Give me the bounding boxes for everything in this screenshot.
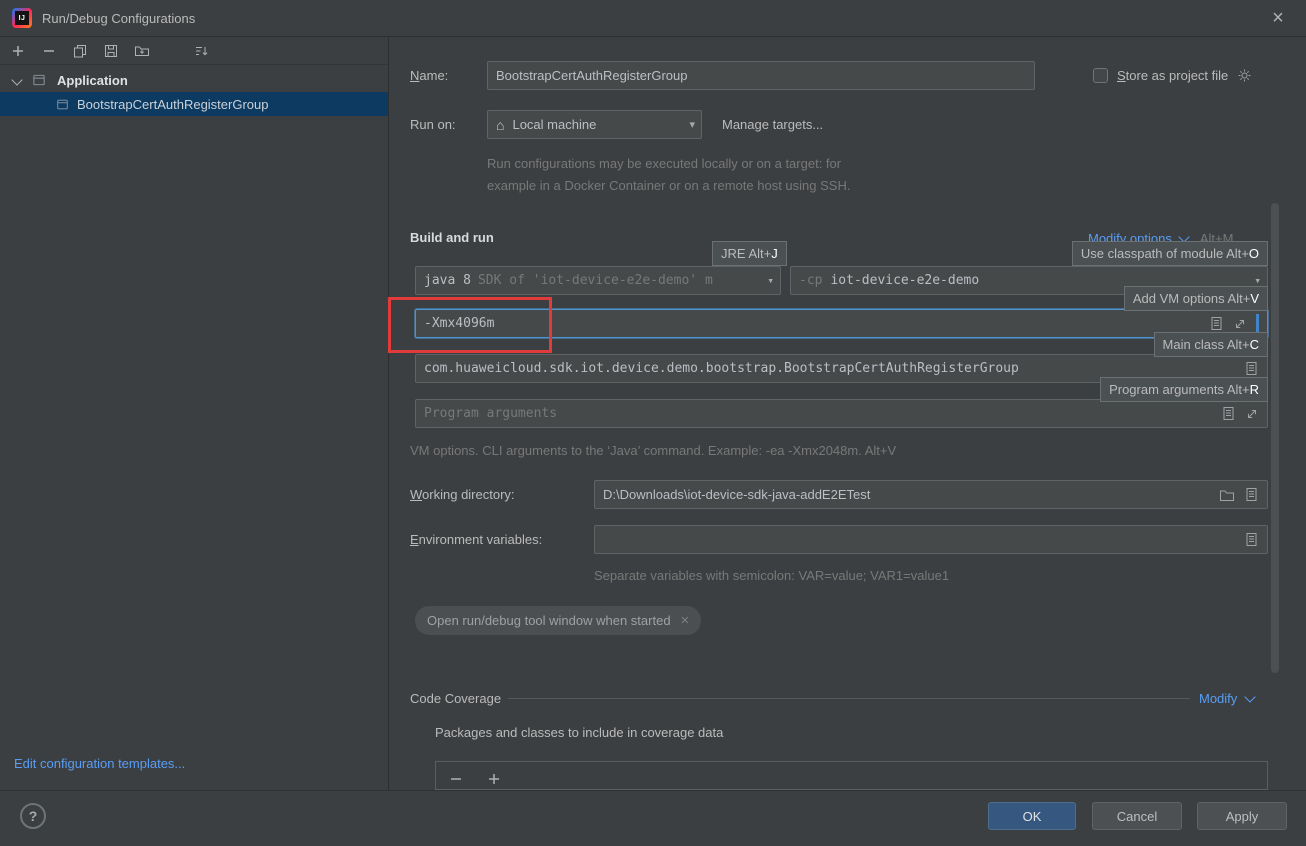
- chevron-down-icon[interactable]: [11, 74, 23, 86]
- insert-macros-icon[interactable]: [1244, 487, 1259, 502]
- store-as-project-file-label: Store as project file: [1117, 68, 1229, 83]
- cp-flag: -cp: [799, 273, 823, 288]
- run-on-label: Run on:: [410, 117, 456, 132]
- intellij-logo-icon: IJ: [12, 8, 32, 28]
- coverage-description: Packages and classes to include in cover…: [435, 725, 724, 740]
- copy-configuration-icon[interactable]: [72, 43, 88, 59]
- name-label: Name:: [410, 68, 449, 83]
- apply-button[interactable]: Apply: [1197, 802, 1287, 830]
- ok-button[interactable]: OK: [988, 802, 1076, 830]
- working-directory-field: [594, 480, 1268, 509]
- sort-configurations-icon[interactable]: [193, 43, 209, 59]
- dropdown-arrow-icon: ▾: [767, 274, 774, 287]
- vm-options-shortcut-hint: Add VM options Alt+V: [1123, 286, 1268, 311]
- vm-options-help-text: VM options. CLI arguments to the ‘Java’ …: [410, 443, 897, 458]
- insert-macros-icon[interactable]: [1209, 316, 1224, 331]
- help-icon[interactable]: ?: [20, 803, 46, 829]
- edit-configuration-templates-link[interactable]: Edit configuration templates...: [14, 750, 185, 778]
- tree-node-application[interactable]: Application: [0, 68, 388, 92]
- chevron-down-icon: [1244, 691, 1256, 703]
- move-to-folder-icon[interactable]: [134, 43, 150, 59]
- main-class-input[interactable]: [424, 361, 1235, 376]
- add-package-icon[interactable]: [486, 771, 502, 787]
- manage-targets-link[interactable]: Manage targets...: [722, 110, 823, 139]
- program-arguments-input[interactable]: [424, 406, 1212, 421]
- program-arguments-field: [415, 399, 1268, 428]
- remove-package-icon[interactable]: [448, 771, 464, 787]
- remove-configuration-icon[interactable]: [41, 43, 57, 59]
- home-icon: ⌂: [496, 116, 505, 133]
- dialog-title: Run/Debug Configurations: [42, 11, 196, 26]
- run-on-combo[interactable]: ⌂ Local machine ▾: [487, 110, 702, 139]
- chip-label: Open run/debug tool window when started: [427, 613, 671, 628]
- vm-options-input[interactable]: [424, 316, 1200, 331]
- tree-item-label: BootstrapCertAuthRegisterGroup: [77, 96, 269, 112]
- insert-macros-icon[interactable]: [1221, 406, 1236, 421]
- title-bar: IJ Run/Debug Configurations ×: [0, 0, 1306, 37]
- name-field: [487, 61, 1035, 90]
- tree-group-label: Application: [57, 72, 128, 88]
- environment-variables-input[interactable]: [603, 532, 1235, 547]
- jre-combo[interactable]: java 8 SDK of 'iot-device-e2e-demo' m ▾: [415, 266, 781, 295]
- coverage-modify-row: Modify: [1199, 684, 1256, 712]
- environment-variables-field: [594, 525, 1268, 554]
- configurations-sidebar: [0, 37, 389, 790]
- dropdown-arrow-icon: ▾: [689, 119, 695, 131]
- coverage-modify-link[interactable]: Modify: [1199, 691, 1237, 706]
- jre-value: java 8: [424, 273, 471, 288]
- save-configuration-icon[interactable]: [103, 43, 119, 59]
- run-on-description-line2: example in a Docker Container or on a re…: [487, 178, 851, 193]
- run-on-description-line1: Run configurations may be executed local…: [487, 156, 842, 171]
- vertical-scrollbar[interactable]: [1271, 203, 1279, 673]
- cp-value: iot-device-e2e-demo: [830, 273, 980, 288]
- name-input[interactable]: [496, 68, 1026, 83]
- gear-icon[interactable]: [1237, 68, 1252, 83]
- vm-options-field: [415, 309, 1268, 338]
- open-tool-window-chip[interactable]: Open run/debug tool window when started …: [415, 606, 702, 635]
- code-coverage-title: Code Coverage: [410, 691, 502, 706]
- expand-field-icon[interactable]: [1245, 407, 1259, 421]
- text-caret: [1256, 313, 1259, 334]
- jre-detail: SDK of 'iot-device-e2e-demo' m: [477, 273, 713, 288]
- section-divider: [508, 698, 1190, 699]
- sidebar-toolbar: [0, 37, 388, 65]
- expand-field-icon[interactable]: [1233, 317, 1247, 331]
- working-directory-label: Working directory:: [410, 487, 515, 502]
- build-and-run-title: Build and run: [410, 230, 494, 245]
- tree-node-selected-configuration[interactable]: BootstrapCertAuthRegisterGroup: [0, 92, 388, 116]
- browse-main-class-icon[interactable]: [1244, 361, 1259, 376]
- working-directory-input[interactable]: [603, 487, 1210, 502]
- main-class-shortcut-hint: Main class Alt+C: [1153, 332, 1268, 357]
- add-configuration-icon[interactable]: [10, 43, 26, 59]
- store-as-project-file-checkbox[interactable]: [1093, 68, 1108, 83]
- footer-divider: [0, 790, 1306, 791]
- browse-folder-icon[interactable]: [1219, 488, 1235, 502]
- store-as-project-file-group: Store as project file: [1093, 61, 1252, 90]
- environment-variables-label: Environment variables:: [410, 532, 543, 547]
- program-arguments-shortcut-hint: Program arguments Alt+R: [1100, 377, 1268, 402]
- environment-variables-help-text: Separate variables with semicolon: VAR=v…: [594, 568, 950, 583]
- cancel-button[interactable]: Cancel: [1092, 802, 1182, 830]
- coverage-packages-table: [435, 761, 1268, 790]
- classpath-shortcut-hint: Use classpath of module Alt+O: [1071, 241, 1268, 266]
- close-icon[interactable]: ×: [1258, 0, 1298, 36]
- chip-close-icon[interactable]: ×: [681, 612, 690, 629]
- run-on-value: Local machine: [512, 117, 597, 132]
- jre-shortcut-hint: JRE Alt+J: [712, 241, 787, 266]
- edit-variables-icon[interactable]: [1244, 532, 1259, 547]
- application-folder-icon: [33, 74, 45, 86]
- run-configuration-icon: [57, 99, 68, 109]
